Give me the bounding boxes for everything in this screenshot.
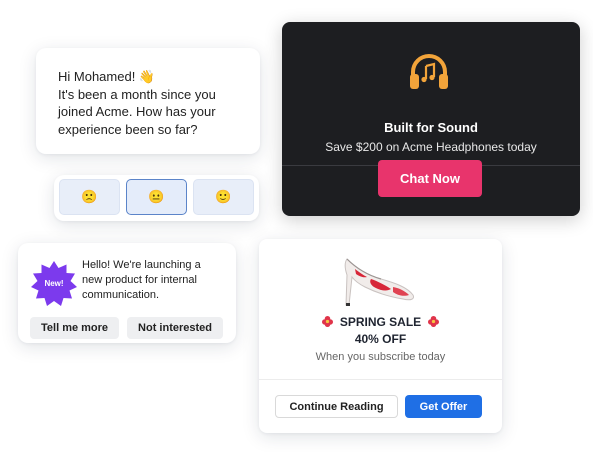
flower-icon [428, 316, 440, 327]
flower-icon [321, 316, 333, 327]
new-product-card: New! Hello! We're launching a new produc… [18, 243, 236, 343]
rating-neutral-button[interactable]: 😐 [126, 179, 187, 215]
rating-row: 🙁 😐 🙂 [54, 175, 259, 221]
promo-subtitle: Save $200 on Acme Headphones today [325, 140, 537, 154]
get-offer-button[interactable]: Get Offer [405, 395, 482, 418]
spring-sale-card: SPRING SALE 40% OFF When you subscribe t… [259, 239, 502, 433]
not-interested-button[interactable]: Not interested [127, 317, 224, 339]
tell-me-more-button[interactable]: Tell me more [30, 317, 120, 339]
rating-sad-button[interactable]: 🙁 [59, 179, 120, 215]
promo-title: Built for Sound [384, 120, 478, 135]
discount-text: 40% OFF [354, 332, 407, 346]
divider [259, 379, 502, 380]
neutral-face-icon: 😐 [148, 189, 165, 204]
sale-title: SPRING SALE [339, 315, 422, 329]
happy-face-icon: 🙂 [215, 189, 232, 204]
greeting-card: Hi Mohamed! 👋 It's been a month since yo… [36, 48, 260, 154]
continue-reading-button[interactable]: Continue Reading [275, 395, 398, 418]
sad-face-icon: 🙁 [81, 189, 98, 204]
headphones-icon [410, 54, 448, 89]
greeting-message: It's been a month since you joined Acme.… [58, 86, 216, 137]
new-product-message: Hello! We're launching a new product for… [82, 259, 201, 301]
shoe-image [344, 258, 414, 306]
new-badge: New! [30, 259, 78, 307]
headphones-promo-card: Built for Sound Save $200 on Acme Headph… [282, 22, 580, 216]
sale-note: When you subscribe today [315, 351, 446, 363]
badge-label: New! [44, 278, 64, 288]
greeting-text: Hi Mohamed! 👋 [58, 69, 156, 84]
rating-happy-button[interactable]: 🙂 [193, 179, 254, 215]
chat-now-button[interactable]: Chat Now [378, 160, 482, 197]
